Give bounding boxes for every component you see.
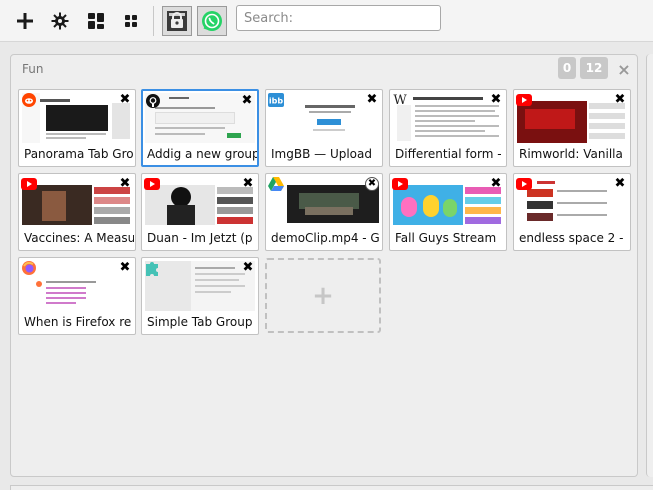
tab-thumbnail — [269, 93, 379, 143]
youtube-icon — [516, 176, 532, 192]
tab-card[interactable]: ✖ Simple Tab Group — [141, 257, 259, 335]
tab-title: Duan - Im Jetzt (p — [147, 231, 253, 245]
tab-close-button[interactable]: ✖ — [489, 93, 503, 107]
tab-title: Panorama Tab Group — [24, 147, 134, 161]
tab-card[interactable]: ✖ demoClip.mp4 - G — [265, 173, 383, 251]
tab-close-button[interactable]: ✖ — [118, 261, 132, 275]
youtube-icon — [21, 176, 37, 192]
adjacent-group-edge — [646, 54, 653, 477]
tab-card-active[interactable]: ✖ Addig a new group — [141, 89, 259, 167]
tab-thumbnail — [517, 93, 627, 143]
tab-title: demoClip.mp4 - G — [271, 231, 380, 245]
lock-icon — [167, 11, 187, 31]
tab-thumbnail — [145, 93, 255, 143]
tab-thumbnail — [22, 177, 132, 227]
layout-button[interactable] — [83, 8, 109, 34]
tab-thumbnail — [393, 177, 503, 227]
toolbar-separator — [153, 6, 154, 36]
search-input[interactable] — [236, 5, 441, 31]
count-badge-right: 12 — [580, 57, 608, 79]
tab-thumbnail — [269, 177, 379, 227]
tab-title: Vaccines: A Measured — [24, 231, 134, 245]
github-icon — [145, 93, 161, 109]
tab-title: ImgBB — Upload — [271, 147, 372, 161]
whatsapp-icon — [202, 11, 222, 31]
tab-close-button[interactable]: ✖ — [118, 93, 132, 107]
tab-thumbnail — [22, 261, 132, 311]
puzzle-icon — [144, 260, 160, 276]
grid-large-icon — [88, 13, 104, 29]
tab-close-button[interactable]: ✖ — [365, 177, 379, 191]
tab-thumbnail — [22, 93, 132, 143]
tab-thumbnail — [145, 177, 255, 227]
google-drive-icon — [268, 176, 284, 192]
toolbar — [0, 0, 653, 42]
tab-close-button[interactable]: ✖ — [613, 177, 627, 191]
tab-title: Rimworld: Vanilla — [519, 147, 623, 161]
tab-thumbnail — [517, 177, 627, 227]
count-badge-left: 0 — [558, 57, 576, 79]
tab-card[interactable]: ✖ Vaccines: A Measured — [18, 173, 136, 251]
tab-close-button[interactable]: ✖ — [241, 177, 255, 191]
svg-text:ibb: ibb — [269, 97, 283, 106]
tab-card[interactable]: ✖ endless space 2 - — [513, 173, 631, 251]
arrange-button[interactable] — [118, 8, 144, 34]
wikipedia-icon: W — [393, 92, 407, 108]
tab-card[interactable]: ibb ✖ ImgBB — Upload — [265, 89, 383, 167]
tab-close-button[interactable]: ✖ — [365, 93, 379, 107]
tab-card[interactable]: ✖ When is Firefox re — [18, 257, 136, 335]
close-icon: × — [617, 59, 631, 79]
youtube-icon — [144, 176, 160, 192]
firefox-icon — [21, 260, 37, 276]
group-title[interactable]: Fun — [22, 62, 43, 76]
reddit-icon — [21, 92, 37, 108]
youtube-icon — [392, 176, 408, 192]
lock-app-icon[interactable] — [162, 6, 192, 36]
tab-thumbnail — [145, 261, 255, 311]
tab-card[interactable]: ✖ Panorama Tab Group — [18, 89, 136, 167]
grid-small-icon — [125, 15, 137, 27]
tab-card[interactable]: W ✖ Differential form - — [389, 89, 507, 167]
tab-close-button[interactable]: ✖ — [489, 177, 503, 191]
tab-title: endless space 2 - — [519, 231, 624, 245]
tab-thumbnail — [393, 93, 503, 143]
new-tab-button[interactable]: + — [265, 258, 381, 333]
tab-close-button[interactable]: ✖ — [613, 93, 627, 107]
tab-close-button[interactable]: ✖ — [241, 261, 255, 275]
tab-card[interactable]: ✖ Rimworld: Vanilla — [513, 89, 631, 167]
plus-icon: + — [312, 280, 334, 311]
tab-title: When is Firefox re — [24, 315, 132, 329]
gear-icon — [51, 12, 69, 30]
tab-title: Fall Guys Stream — [395, 231, 497, 245]
plus-icon — [17, 13, 33, 29]
tab-close-button[interactable]: ✖ — [240, 94, 254, 108]
settings-button[interactable] — [47, 8, 73, 34]
whatsapp-app-icon[interactable] — [197, 6, 227, 36]
tab-title: Differential form - — [395, 147, 502, 161]
next-group-edge — [10, 485, 653, 490]
tab-title: Addig a new group — [147, 147, 257, 161]
imgbb-icon: ibb — [268, 92, 284, 108]
group-close-button[interactable]: × — [615, 58, 633, 80]
tab-title: Simple Tab Group — [147, 315, 253, 329]
tab-card[interactable]: ✖ Duan - Im Jetzt (p — [141, 173, 259, 251]
add-group-button[interactable] — [12, 8, 38, 34]
tab-close-button[interactable]: ✖ — [118, 177, 132, 191]
youtube-icon — [516, 92, 532, 108]
tab-card[interactable]: ✖ Fall Guys Stream — [389, 173, 507, 251]
